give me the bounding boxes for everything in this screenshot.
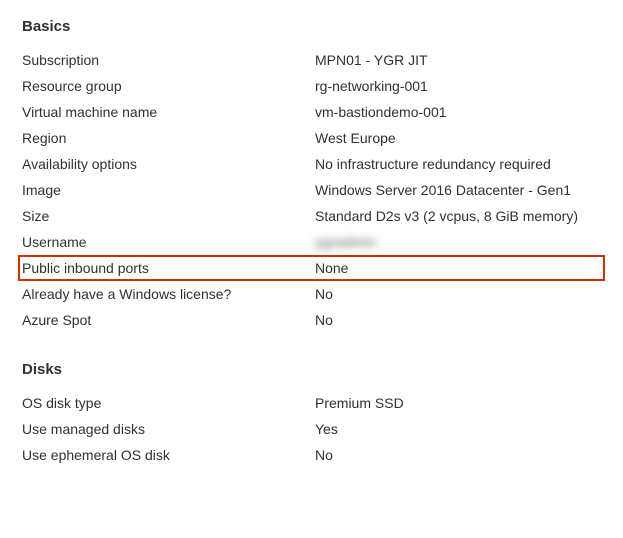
label-os-disk-type: OS disk type [22,395,315,411]
value-os-disk-type: Premium SSD [315,395,404,411]
basics-section: Basics Subscription MPN01 - YGR JIT Reso… [22,18,601,333]
row-subscription: Subscription MPN01 - YGR JIT [22,47,601,73]
row-os-disk-type: OS disk type Premium SSD [22,390,601,416]
value-subscription: MPN01 - YGR JIT [315,52,428,68]
label-public-inbound-ports: Public inbound ports [22,260,315,276]
row-ephemeral-disk: Use ephemeral OS disk No [22,442,601,468]
label-ephemeral-disk: Use ephemeral OS disk [22,447,315,463]
label-resource-group: Resource group [22,78,315,94]
value-managed-disks: Yes [315,421,338,437]
label-vm-name: Virtual machine name [22,104,315,120]
disks-heading: Disks [22,361,601,378]
label-size: Size [22,208,315,224]
value-resource-group: rg-networking-001 [315,78,428,94]
label-availability: Availability options [22,156,315,172]
row-availability: Availability options No infrastructure r… [22,151,601,177]
row-managed-disks: Use managed disks Yes [22,416,601,442]
value-public-inbound-ports: None [315,260,348,276]
label-azure-spot: Azure Spot [22,312,315,328]
value-availability: No infrastructure redundancy required [315,156,551,172]
row-region: Region West Europe [22,125,601,151]
disks-section: Disks OS disk type Premium SSD Use manag… [22,361,601,468]
label-subscription: Subscription [22,52,315,68]
value-windows-license: No [315,286,333,302]
label-region: Region [22,130,315,146]
row-vm-name: Virtual machine name vm-bastiondemo-001 [22,99,601,125]
value-username: ygradmin [315,234,377,250]
value-vm-name: vm-bastiondemo-001 [315,104,447,120]
row-image: Image Windows Server 2016 Datacenter - G… [22,177,601,203]
value-image: Windows Server 2016 Datacenter - Gen1 [315,182,571,198]
value-ephemeral-disk: No [315,447,333,463]
value-region: West Europe [315,130,396,146]
row-size: Size Standard D2s v3 (2 vcpus, 8 GiB mem… [22,203,601,229]
basics-heading: Basics [22,18,601,35]
label-managed-disks: Use managed disks [22,421,315,437]
value-azure-spot: No [315,312,333,328]
label-username: Username [22,234,315,250]
row-azure-spot: Azure Spot No [22,307,601,333]
row-resource-group: Resource group rg-networking-001 [22,73,601,99]
row-username: Username ygradmin [22,229,601,255]
value-size: Standard D2s v3 (2 vcpus, 8 GiB memory) [315,208,578,224]
label-image: Image [22,182,315,198]
row-public-inbound-ports: Public inbound ports None [18,255,605,281]
label-windows-license: Already have a Windows license? [22,286,315,302]
row-windows-license: Already have a Windows license? No [22,281,601,307]
